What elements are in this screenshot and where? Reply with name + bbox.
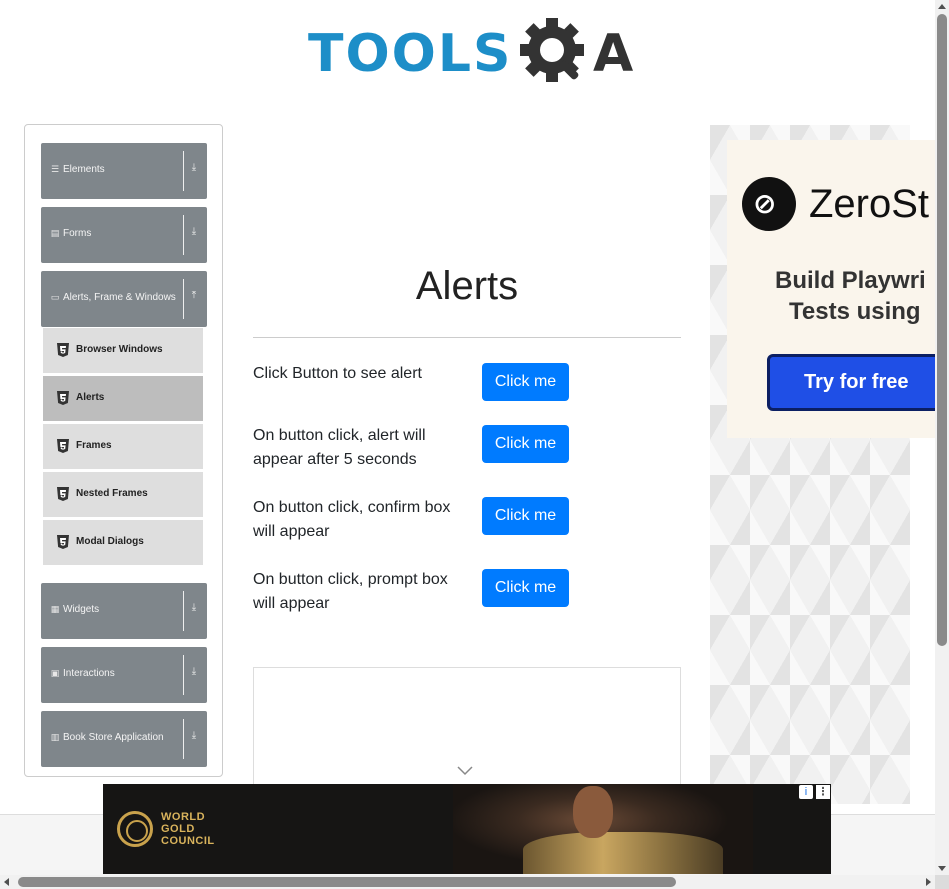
ad-brand-text: WORLD GOLD COUNCIL — [161, 811, 215, 847]
scrollbar-thumb[interactable] — [937, 14, 947, 646]
horizontal-scrollbar[interactable] — [0, 875, 935, 889]
confirm-button[interactable]: Click me — [482, 497, 569, 535]
gear-icon — [520, 18, 584, 82]
grid-icon: ▦ — [50, 604, 60, 614]
form-icon: ▤ — [50, 228, 60, 238]
alert-description: Click Button to see alert — [253, 365, 422, 382]
sidebar-group-alerts-frame-windows[interactable]: ▭ Alerts, Frame & Windows ⤒ — [41, 271, 207, 327]
ad-brand-line: WORLD — [161, 811, 206, 823]
zerostep-logo-icon: ⊘ — [742, 177, 796, 231]
expand-icon[interactable]: ⤓ — [187, 730, 201, 741]
sidebar-group-label: Book Store Application — [63, 732, 164, 743]
ad-info-icon[interactable]: i — [799, 785, 813, 799]
html5-icon — [57, 343, 69, 357]
prompt-button[interactable]: Click me — [482, 569, 569, 607]
ad-photo-figure — [523, 832, 723, 874]
divider — [183, 215, 184, 255]
sidebar-item-alerts[interactable]: Alerts — [42, 375, 204, 422]
logo-text: TOOLS — [308, 24, 513, 84]
ad-headline-line: Build Playwri — [775, 267, 926, 294]
ad-menu-icon[interactable]: ⋮ — [816, 785, 830, 799]
sidebar-item-label: Nested Frames — [76, 488, 148, 499]
ad-photo — [453, 784, 753, 874]
expand-icon[interactable]: ⤓ — [187, 162, 201, 173]
sidebar-item-label: Modal Dialogs — [76, 536, 144, 547]
html5-icon — [57, 487, 69, 501]
bookstore-icon: ▥ — [50, 732, 60, 742]
html5-icon — [57, 535, 69, 549]
sidebar-group-label: Elements — [63, 164, 105, 175]
prompt-description: On button click, prompt box will appear — [253, 571, 448, 612]
divider — [183, 719, 184, 759]
sidebar-group-elements[interactable]: ☰ Elements ⤓ — [41, 143, 207, 199]
html5-icon — [57, 391, 69, 405]
left-sidebar: ☰ Elements ⤓ ▤ Forms ⤓ ▭ Alerts, Frame &… — [24, 124, 223, 777]
scroll-up-icon[interactable] — [938, 4, 946, 9]
ad-brand-line: COUNCIL — [161, 835, 215, 847]
vertical-scrollbar[interactable] — [935, 0, 949, 875]
sidebar-group-label: Interactions — [63, 668, 115, 679]
bottom-advertisement[interactable]: WORLD GOLD COUNCIL i ⋮ — [103, 784, 831, 874]
sidebar-group-label: Forms — [63, 228, 92, 239]
ad-headline-line: Tests using — [789, 298, 921, 325]
scrollbar-thumb[interactable] — [18, 877, 676, 887]
page-title: Alerts — [415, 264, 519, 308]
expand-icon[interactable]: ⤓ — [187, 226, 201, 237]
sidebar-group-widgets[interactable]: ▦ Widgets ⤓ — [41, 583, 207, 639]
sidebar-item-frames[interactable]: Frames — [42, 423, 204, 470]
scroll-right-icon[interactable] — [926, 878, 931, 886]
alert-button[interactable]: Click me — [482, 363, 569, 401]
right-ad-card[interactable]: ⊘ ZeroSt Build Playwri Tests using Try f… — [727, 140, 935, 438]
ad-cta-button[interactable]: Try for free — [767, 354, 935, 411]
timer-alert-button[interactable]: Click me — [482, 425, 569, 463]
sidebar-group-book-store-application[interactable]: ▥ Book Store Application ⤓ — [41, 711, 207, 767]
chevron-down-icon[interactable] — [457, 766, 473, 776]
confirm-description: On button click, confirm box will appear — [253, 499, 451, 540]
sidebar-group-interactions[interactable]: ▣ Interactions ⤓ — [41, 647, 207, 703]
sidebar-group-label: Alerts, Frame & Windows — [63, 292, 176, 303]
divider — [183, 151, 184, 191]
expand-icon[interactable]: ⤓ — [187, 602, 201, 613]
toolsqa-logo[interactable]: TOOLS A — [308, 14, 634, 92]
sidebar-item-label: Frames — [76, 440, 112, 451]
divider — [183, 591, 184, 631]
ad-brand: ZeroSt — [809, 182, 930, 226]
hamburger-icon: ☰ — [50, 164, 60, 174]
expand-icon[interactable]: ⤓ — [187, 666, 201, 677]
ad-photo-face — [573, 786, 613, 838]
interaction-icon: ▣ — [50, 668, 60, 678]
sidebar-group-forms[interactable]: ▤ Forms ⤓ — [41, 207, 207, 263]
scroll-left-icon[interactable] — [4, 878, 9, 886]
timer-alert-description: On button click, alert will appear after… — [253, 427, 426, 468]
ad-headline: Build Playwri Tests using — [775, 265, 935, 327]
scroll-down-icon[interactable] — [938, 866, 946, 871]
sidebar-item-label: Alerts — [76, 392, 105, 403]
window-icon: ▭ — [50, 292, 60, 302]
sidebar-item-browser-windows[interactable]: Browser Windows — [42, 327, 204, 374]
divider — [183, 655, 184, 695]
collapse-icon[interactable]: ⤒ — [187, 290, 201, 301]
scrollbar-corner — [935, 875, 949, 889]
sidebar-item-nested-frames[interactable]: Nested Frames — [42, 471, 204, 518]
divider — [253, 337, 681, 338]
html5-icon — [57, 439, 69, 453]
divider — [183, 279, 184, 319]
ad-brand-line: GOLD — [161, 823, 195, 835]
world-gold-council-logo-icon — [117, 811, 153, 847]
logo-suffix: A — [593, 24, 634, 84]
sidebar-item-label: Browser Windows — [76, 344, 163, 355]
sidebar-item-modal-dialogs[interactable]: Modal Dialogs — [42, 519, 204, 566]
sidebar-group-label: Widgets — [63, 604, 100, 615]
